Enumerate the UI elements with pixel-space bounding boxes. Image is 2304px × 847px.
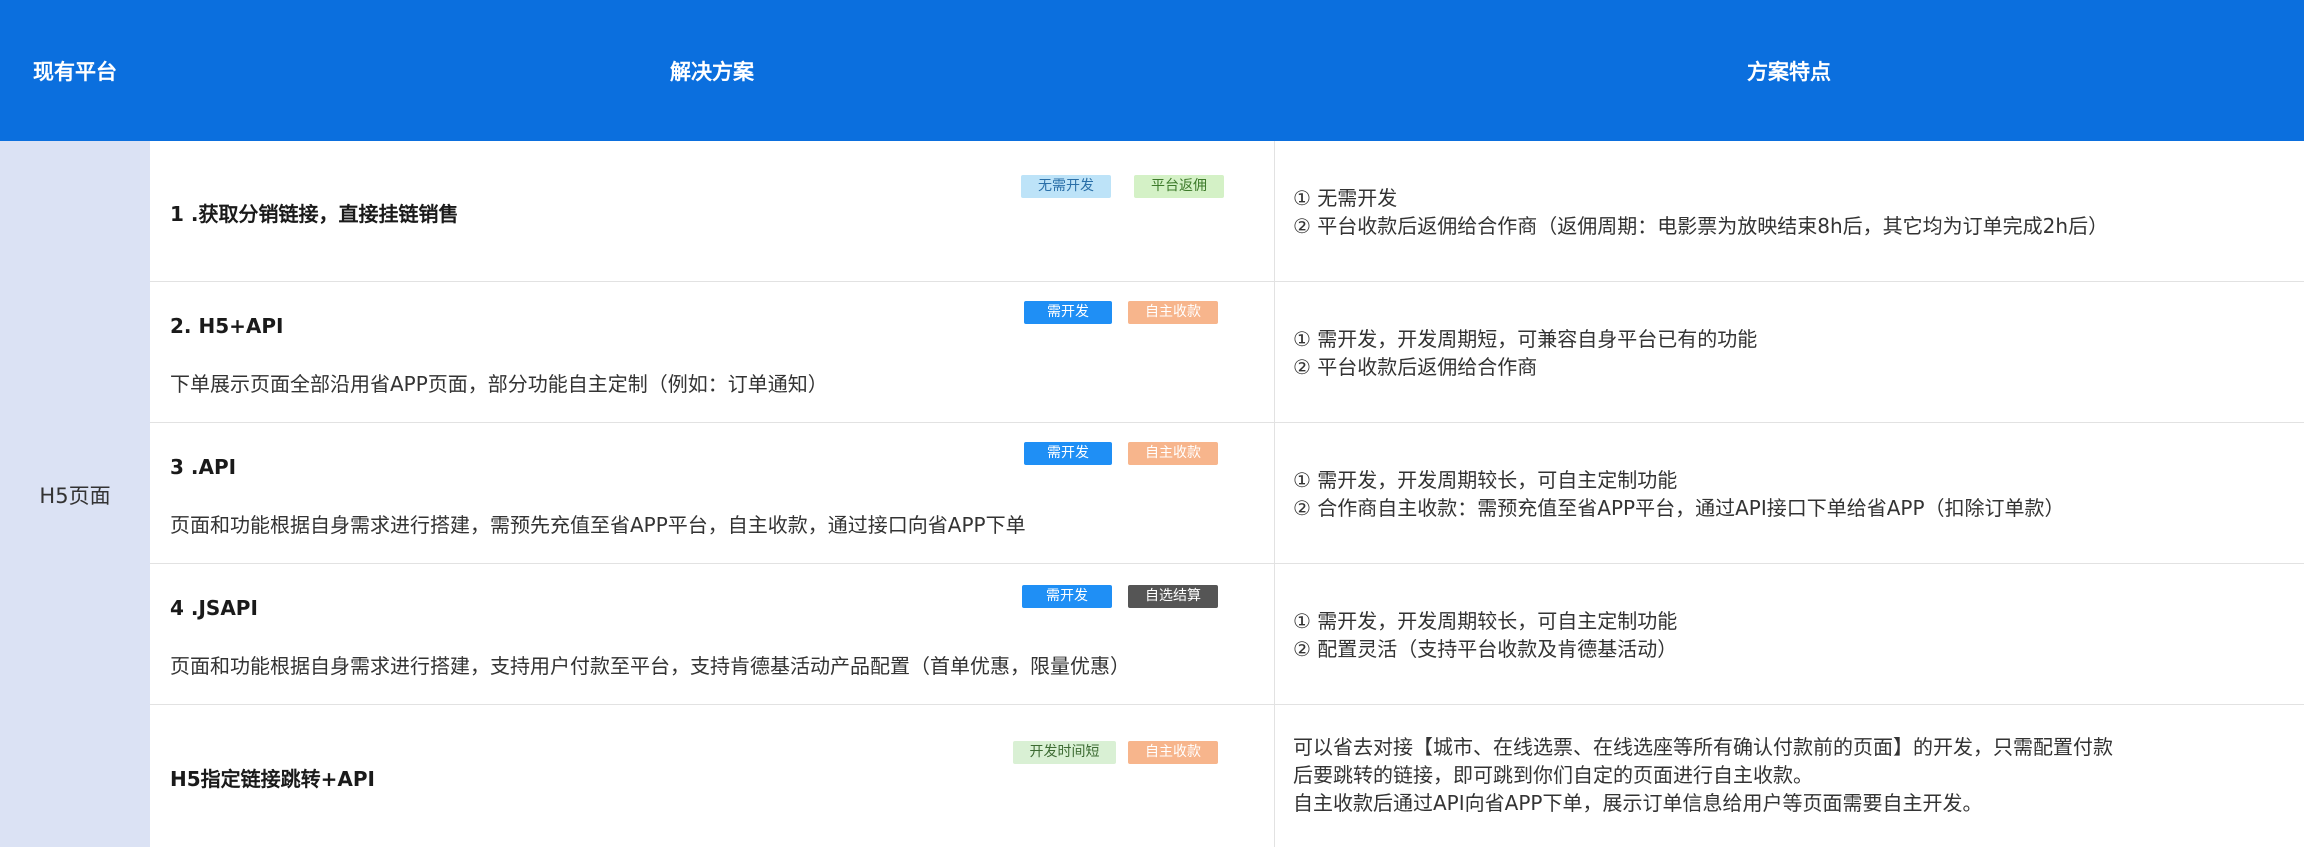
feature-line: ① 需开发，开发周期较长，可自主定制功能 bbox=[1293, 468, 1678, 492]
tag-badge: 需开发 bbox=[1022, 585, 1112, 608]
table-row: H5指定链接跳转+API 开发时间短 自主收款 可以省去对接【城市、在线选票、在… bbox=[150, 705, 2304, 847]
table-row: 2. H5+API 下单展示页面全部沿用省APP页面，部分功能自主定制（例如：订… bbox=[150, 282, 2304, 422]
feature-line: 后要跳转的链接，即可跳到你们自定的页面进行自主收款。 bbox=[1293, 763, 1813, 787]
solution-description: 页面和功能根据自身需求进行搭建，需预先充值至省APP平台，自主收款，通过接口向省… bbox=[170, 513, 1026, 537]
feature-line: 自主收款后通过API向省APP下单，展示订单信息给用户等页面需要自主开发。 bbox=[1293, 791, 1983, 815]
table-header: 现有平台 解决方案 方案特点 bbox=[0, 0, 2304, 141]
header-platform: 现有平台 bbox=[33, 60, 117, 84]
tag-badge: 开发时间短 bbox=[1013, 741, 1116, 764]
table-row: 1 .获取分销链接，直接挂链销售 无需开发 平台返佣 ① 无需开发 ② 平台收款… bbox=[150, 141, 2304, 281]
solution-title: H5指定链接跳转+API bbox=[170, 767, 375, 791]
feature-line: ② 合作商自主收款：需预充值至省APP平台，通过API接口下单给省APP（扣除订… bbox=[1293, 496, 2065, 520]
feature-line: ① 需开发，开发周期较长，可自主定制功能 bbox=[1293, 609, 1678, 633]
solution-table: 现有平台 解决方案 方案特点 H5页面 1 .获取分销链接，直接挂链销售 无需开… bbox=[0, 0, 2304, 847]
feature-line: ② 平台收款后返佣给合作商（返佣周期：电影票为放映结束8h后，其它均为订单完成2… bbox=[1293, 214, 2109, 238]
header-solution: 解决方案 bbox=[670, 60, 754, 84]
tag-badge: 需开发 bbox=[1024, 442, 1112, 465]
tag-badge: 自主收款 bbox=[1128, 442, 1218, 465]
solution-title: 2. H5+API bbox=[170, 314, 284, 338]
platform-label: H5页面 bbox=[39, 484, 111, 508]
tag-badge: 自主收款 bbox=[1128, 301, 1218, 324]
solution-title: 3 .API bbox=[170, 455, 237, 479]
feature-line: ② 平台收款后返佣给合作商 bbox=[1293, 355, 1538, 379]
table-row: 3 .API 页面和功能根据自身需求进行搭建，需预先充值至省APP平台，自主收款… bbox=[150, 423, 2304, 563]
header-features: 方案特点 bbox=[1747, 60, 1831, 84]
feature-line: ① 需开发，开发周期短，可兼容自身平台已有的功能 bbox=[1293, 327, 1758, 351]
solution-description: 页面和功能根据自身需求进行搭建，支持用户付款至平台，支持肯德基活动产品配置（首单… bbox=[170, 654, 1130, 678]
tag-badge: 平台返佣 bbox=[1134, 175, 1224, 198]
feature-line: ② 配置灵活（支持平台收款及肯德基活动） bbox=[1293, 637, 1678, 661]
feature-line: 可以省去对接【城市、在线选票、在线选座等所有确认付款前的页面】的开发，只需配置付… bbox=[1293, 735, 2113, 759]
platform-cell: H5页面 bbox=[0, 141, 150, 847]
tag-badge: 自主收款 bbox=[1128, 741, 1218, 764]
feature-line: ① 无需开发 bbox=[1293, 186, 1398, 210]
solution-description: 下单展示页面全部沿用省APP页面，部分功能自主定制（例如：订单通知） bbox=[170, 372, 828, 396]
tag-badge: 需开发 bbox=[1024, 301, 1112, 324]
table-row: 4 .JSAPI 页面和功能根据自身需求进行搭建，支持用户付款至平台，支持肯德基… bbox=[150, 564, 2304, 704]
tag-badge: 无需开发 bbox=[1021, 175, 1111, 198]
solution-title: 4 .JSAPI bbox=[170, 596, 258, 620]
tag-badge: 自选结算 bbox=[1128, 585, 1218, 608]
solution-title: 1 .获取分销链接，直接挂链销售 bbox=[170, 202, 459, 226]
